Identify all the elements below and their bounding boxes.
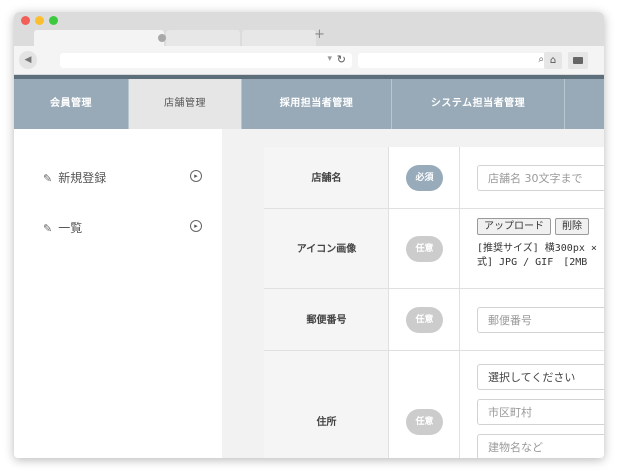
form-row-postal-code: 郵便番号 任意 郵便番号 bbox=[264, 289, 604, 351]
upload-button[interactable]: アップロード bbox=[477, 218, 551, 235]
home-icon[interactable]: ⌂ bbox=[544, 52, 562, 69]
dropdown-arrow-icon[interactable]: ▾ bbox=[327, 54, 332, 64]
nav-tab-recruiters[interactable]: 採用担当者管理 bbox=[242, 79, 392, 129]
field-label: 郵便番号 bbox=[306, 315, 347, 326]
optional-badge: 任意 bbox=[406, 307, 443, 333]
main-nav: 会員管理 店舗管理 採用担当者管理 システム担当者管理 bbox=[14, 75, 604, 129]
sidebar-item-list[interactable]: ✎ 一覧 bbox=[43, 219, 82, 236]
store-name-input[interactable]: 店舗名 30文字まで bbox=[477, 165, 604, 191]
menu-icon[interactable] bbox=[568, 52, 588, 69]
nav-tab-system-admins[interactable]: システム担当者管理 bbox=[392, 79, 565, 129]
edit-icon: ✎ bbox=[43, 222, 53, 235]
close-window-button[interactable] bbox=[21, 16, 30, 25]
tab-close-icon[interactable] bbox=[158, 34, 166, 42]
search-bar[interactable]: ⌕ bbox=[358, 53, 550, 68]
optional-badge: 任意 bbox=[406, 236, 443, 262]
nav-tab-members[interactable]: 会員管理 bbox=[14, 79, 129, 129]
form-row-store-name: 店舗名 必須 店舗名 30文字まで bbox=[264, 147, 604, 209]
street-input[interactable]: 建物名など bbox=[477, 434, 604, 458]
maximize-window-button[interactable] bbox=[49, 16, 58, 25]
browser-tab-active[interactable] bbox=[34, 30, 166, 46]
content-area: 店舗名 必須 店舗名 30文字まで アイコン画像 任意 アップロード 削除 [推… bbox=[222, 129, 604, 458]
minimize-window-button[interactable] bbox=[35, 16, 44, 25]
form-row-icon-image: アイコン画像 任意 アップロード 削除 [推奨サイズ] 横300px × 式] … bbox=[264, 209, 604, 289]
circle-arrow-icon[interactable]: ▸ bbox=[190, 220, 202, 232]
image-format-note: 式] JPG / GIF [2MB bbox=[477, 257, 588, 268]
address-bar[interactable]: ▾ ↻ bbox=[60, 53, 352, 68]
store-form: 店舗名 必須 店舗名 30文字まで アイコン画像 任意 アップロード 削除 [推… bbox=[264, 147, 604, 458]
sidebar-item-label: 一覧 bbox=[58, 221, 83, 235]
sidebar-item-label: 新規登録 bbox=[58, 171, 107, 185]
required-badge: 必須 bbox=[406, 165, 443, 191]
form-row-address: 住所 任意 選択してください 市区町村 建物名など bbox=[264, 351, 604, 458]
sidebar-item-new[interactable]: ✎ 新規登録 bbox=[43, 169, 106, 186]
title-bar: + bbox=[14, 12, 604, 46]
city-input[interactable]: 市区町村 bbox=[477, 399, 604, 425]
browser-tab[interactable] bbox=[166, 30, 240, 46]
postal-code-input[interactable]: 郵便番号 bbox=[477, 307, 604, 333]
browser-toolbar: ◀ ▾ ↻ ⌕ ⌂ bbox=[14, 46, 604, 75]
sidebar: ✎ 新規登録 ▸ ✎ 一覧 ▸ bbox=[14, 129, 222, 458]
field-label: 店舗名 bbox=[311, 173, 342, 184]
back-arrow-icon[interactable]: ◀ bbox=[19, 51, 37, 69]
circle-arrow-icon[interactable]: ▸ bbox=[190, 170, 202, 182]
reload-icon[interactable]: ↻ bbox=[337, 53, 346, 66]
field-label: 住所 bbox=[316, 417, 337, 428]
browser-window: + ◀ ▾ ↻ ⌕ ⌂ 会員管理 店舗管理 採用担当者管理 システム担当者管理 … bbox=[14, 12, 604, 458]
delete-button[interactable]: 削除 bbox=[555, 218, 589, 235]
optional-badge: 任意 bbox=[406, 409, 443, 435]
prefecture-select[interactable]: 選択してください bbox=[477, 364, 604, 390]
new-tab-icon[interactable]: + bbox=[314, 27, 325, 42]
field-label: アイコン画像 bbox=[296, 244, 357, 255]
edit-icon: ✎ bbox=[43, 172, 53, 185]
nav-tab-stores[interactable]: 店舗管理 bbox=[129, 79, 242, 129]
image-size-note: [推奨サイズ] 横300px × bbox=[477, 243, 597, 254]
browser-tab[interactable] bbox=[242, 30, 316, 46]
